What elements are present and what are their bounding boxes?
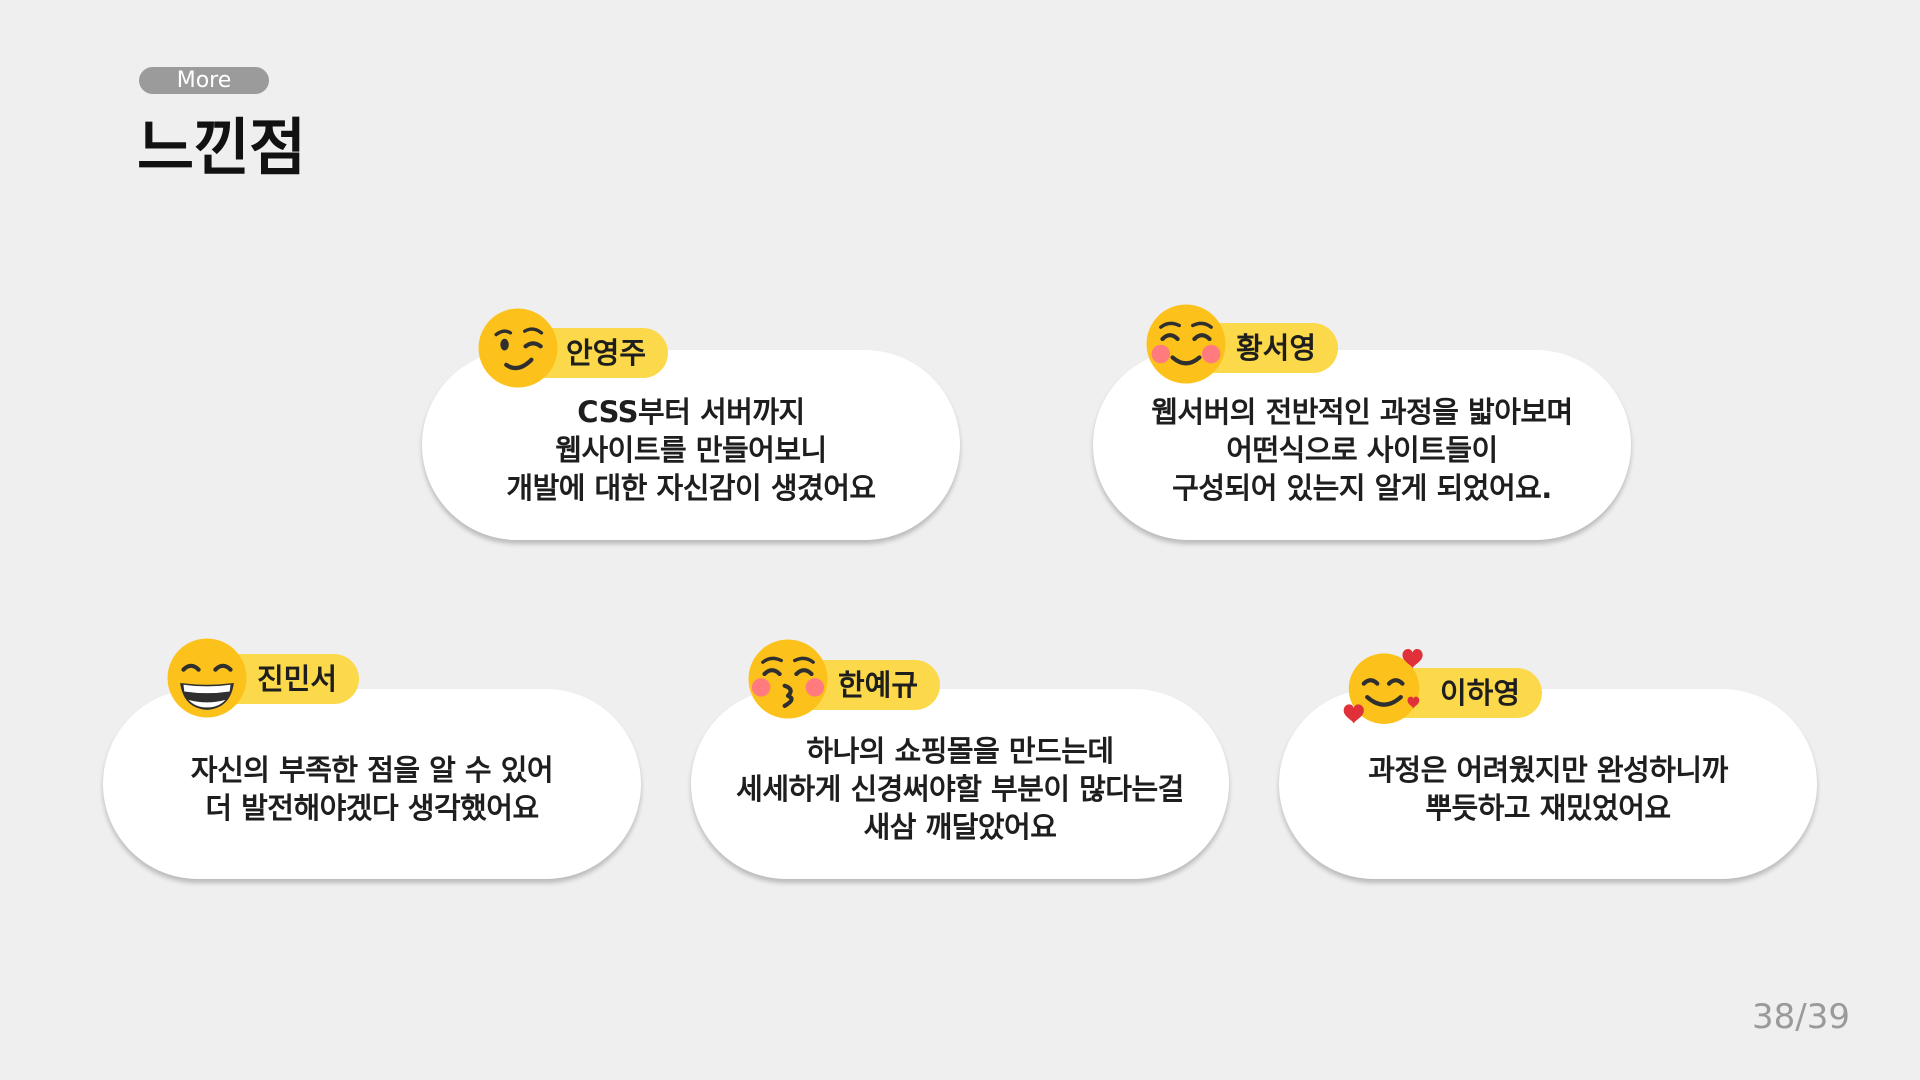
comment-line: 과정은 어려웠지만 완성하니까 — [1368, 753, 1728, 787]
kissing-face-icon — [746, 637, 830, 721]
slide: More 느낀점 CSS부터 서버까지 웹사이트를 만들어보니 개발에 대한 자… — [0, 0, 1920, 1080]
winking-face-icon — [476, 306, 560, 390]
comment-line: 구성되어 있는지 알게 되었어요. — [1172, 471, 1552, 505]
page-number: 38/39 — [1752, 997, 1850, 1037]
smiling-face-with-hearts-icon — [1342, 645, 1426, 729]
comment-line: 세세하게 신경써야할 부분이 많다는걸 — [736, 772, 1184, 806]
comment-text: 과정은 어려웠지만 완성하니까 뿌듯하고 재밌었어요 — [1368, 741, 1728, 827]
comment-text: 자신의 부족한 점을 알 수 있어 더 발전해야겠다 생각했어요 — [190, 741, 554, 827]
comment-line: 자신의 부족한 점을 알 수 있어 — [190, 753, 554, 787]
comment-line: 어떤식으로 사이트들이 — [1226, 433, 1498, 467]
section-badge: More — [139, 67, 269, 94]
comment-line: 뿌듯하고 재밌었어요 — [1425, 791, 1671, 825]
comment-line: CSS부터 서버까지 — [577, 395, 805, 429]
comment-line: 웹서버의 전반적인 과정을 밟아보며 — [1151, 395, 1573, 429]
page-title: 느낀점 — [137, 111, 306, 184]
comment-text: 하나의 쇼핑몰을 만드는데 세세하게 신경써야할 부분이 많다는걸 새삼 깨달았… — [736, 722, 1184, 846]
grinning-face-icon — [165, 636, 249, 720]
comment-line: 개발에 대한 자신감이 생겼어요 — [506, 471, 876, 505]
comment-line: 하나의 쇼핑몰을 만드는데 — [806, 734, 1114, 768]
smiling-face-icon — [1144, 302, 1228, 386]
comment-line: 웹사이트를 만들어보니 — [555, 433, 827, 467]
comment-text: CSS부터 서버까지 웹사이트를 만들어보니 개발에 대한 자신감이 생겼어요 — [506, 383, 876, 507]
comment-text: 웹서버의 전반적인 과정을 밟아보며 어떤식으로 사이트들이 구성되어 있는지 … — [1151, 383, 1573, 507]
comment-line: 새삼 깨달았어요 — [863, 810, 1057, 844]
comment-line: 더 발전해야겠다 생각했어요 — [205, 791, 539, 825]
